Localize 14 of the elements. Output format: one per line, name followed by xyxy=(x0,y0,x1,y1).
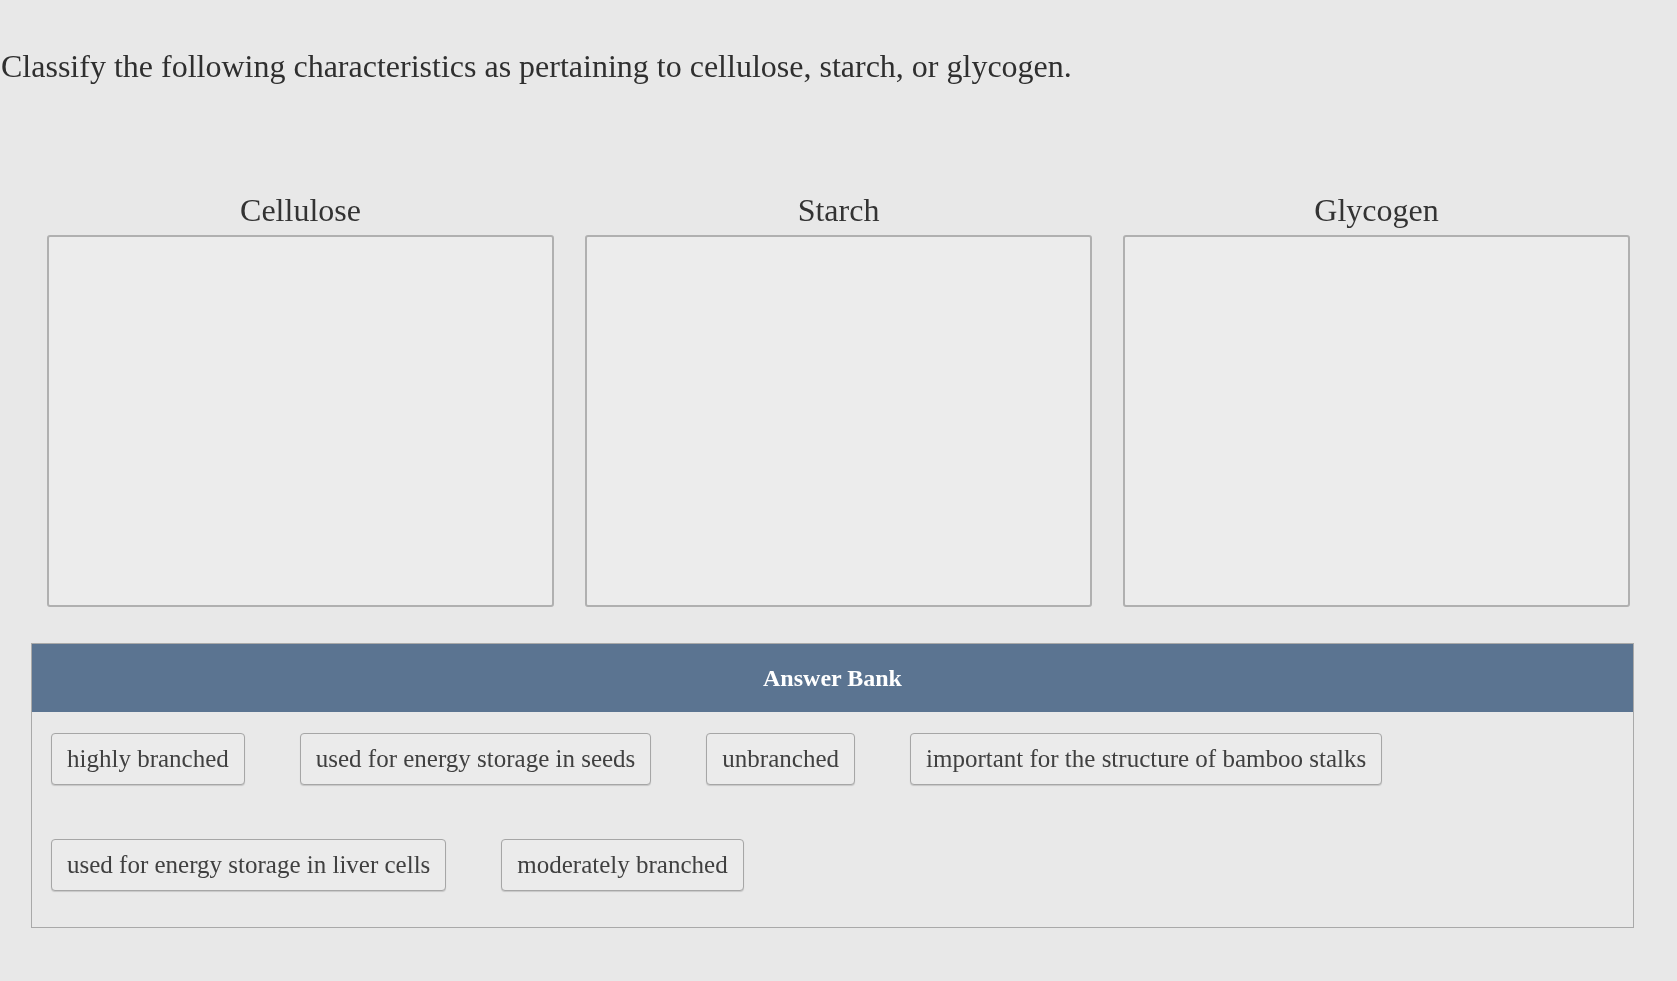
answer-chip[interactable]: used for energy storage in seeds xyxy=(299,733,652,785)
category-label: Glycogen xyxy=(1314,191,1439,229)
drop-zone[interactable] xyxy=(585,235,1092,607)
drop-zone[interactable] xyxy=(1123,235,1630,607)
category-label: Cellulose xyxy=(240,191,361,229)
answer-chip[interactable]: used for energy storage in liver cells xyxy=(51,839,447,891)
answer-chip[interactable]: important for the structure of bamboo stalks xyxy=(910,733,1383,785)
category-label: Starch xyxy=(797,191,880,229)
answer-bank-title: Answer Bank xyxy=(763,664,902,693)
drop-zone[interactable] xyxy=(47,235,554,607)
answer-chip[interactable]: moderately branched xyxy=(501,839,744,891)
answer-chip[interactable]: unbranched xyxy=(706,733,855,785)
question-text: Classify the following characteristics as pertaining to cellulose, starch, or glycogen. xyxy=(1,47,1072,85)
answer-chip[interactable]: highly branched xyxy=(51,733,245,785)
